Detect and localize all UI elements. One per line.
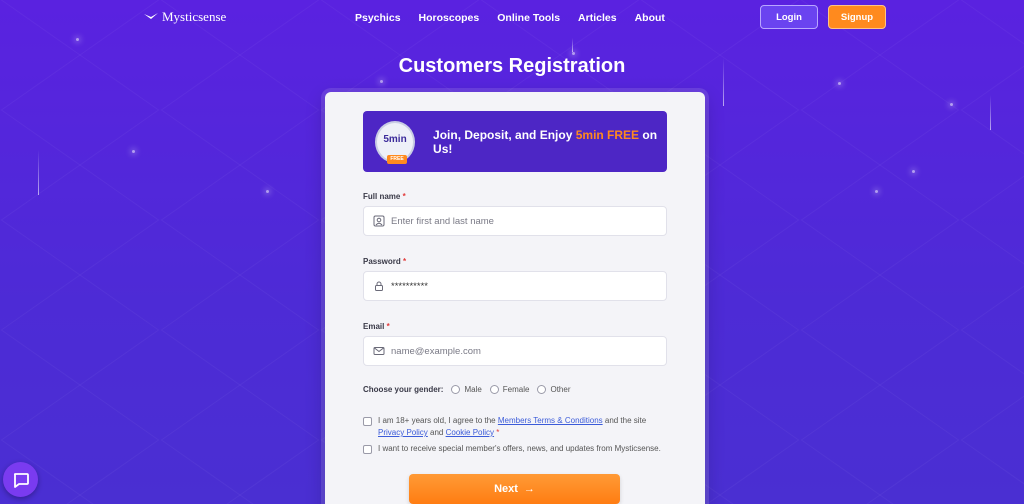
promo-banner: 5min FREE Join, Deposit, and Enjoy 5min … [363, 111, 667, 172]
gender-label: Choose your gender: [363, 385, 444, 394]
promo-text: Join, Deposit, and Enjoy 5min FREE on Us… [433, 128, 667, 156]
nav-horoscopes[interactable]: Horoscopes [419, 12, 480, 24]
nav-articles[interactable]: Articles [578, 12, 617, 24]
terms-checkbox[interactable] [363, 417, 372, 426]
logo[interactable]: Mysticsense [144, 9, 226, 25]
members-terms-link[interactable]: Members Terms & Conditions [498, 416, 603, 425]
nav-psychics[interactable]: Psychics [355, 12, 401, 24]
promo-highlight: 5min FREE [575, 127, 640, 142]
badge-free-ribbon: FREE [387, 154, 407, 164]
full-name-label: Full name * [363, 192, 406, 201]
terms-text-part: and [427, 428, 446, 437]
lock-icon [373, 280, 385, 292]
email-label-text: Email [363, 322, 385, 331]
full-name-field[interactable] [363, 206, 667, 236]
email-field[interactable] [363, 336, 667, 366]
password-label: Password * [363, 257, 406, 266]
terms-text-part: I am 18+ years old, I agree to the [378, 416, 498, 425]
main-nav: Psychics Horoscopes Online Tools Article… [355, 12, 665, 24]
promo-text-start: Join, Deposit, and Enjoy [433, 127, 576, 142]
next-label: Next [494, 483, 518, 495]
required-marker: * [403, 257, 407, 266]
radio-circle[interactable] [489, 385, 499, 394]
terms-text-part: and the site [602, 416, 647, 425]
email-input[interactable] [391, 345, 651, 357]
top-navbar: Mysticsense Psychics Horoscopes Online T… [0, 0, 1024, 36]
envelope-icon [373, 345, 385, 357]
email-label: Email * [363, 322, 390, 331]
arrow-right-icon: → [523, 483, 535, 495]
registration-card: 5min FREE Join, Deposit, and Enjoy 5min … [325, 92, 705, 504]
offers-row: I want to receive special member's offer… [363, 443, 673, 455]
full-name-label-text: Full name [363, 192, 401, 201]
privacy-policy-link[interactable]: Privacy Policy [378, 428, 428, 437]
required-marker: * [386, 322, 390, 331]
gender-male-option[interactable]: Male [451, 385, 482, 394]
nav-online-tools[interactable]: Online Tools [497, 12, 560, 24]
signup-button[interactable]: Signup [828, 5, 886, 29]
nav-about[interactable]: About [635, 12, 665, 24]
password-field[interactable] [363, 271, 667, 301]
radio-circle[interactable] [537, 385, 547, 394]
gender-female-label: Female [502, 385, 530, 394]
gender-male-label: Male [464, 385, 482, 394]
gender-female-option[interactable]: Female [489, 385, 530, 394]
gender-other-label: Other [550, 385, 571, 394]
password-input[interactable] [391, 280, 651, 292]
gender-other-option[interactable]: Other [537, 385, 571, 394]
next-button[interactable]: Next → [409, 474, 620, 504]
mysticsense-bird-icon [144, 13, 158, 19]
full-name-input[interactable] [391, 215, 651, 227]
gender-group: Choose your gender: Male Female Other [363, 385, 571, 394]
login-button[interactable]: Login [760, 5, 818, 29]
free-minutes-badge: 5min FREE [375, 120, 416, 164]
offers-text: I want to receive special member's offer… [378, 444, 661, 453]
terms-row: I am 18+ years old, I agree to the Membe… [363, 415, 673, 439]
required-marker: * [494, 428, 500, 437]
badge-minutes: 5min [383, 134, 407, 145]
logo-text: Mysticsense [162, 9, 227, 24]
page-title: Customers Registration [398, 55, 626, 77]
terms-text: I am 18+ years old, I agree to the Membe… [378, 415, 673, 439]
offers-checkbox[interactable] [363, 445, 372, 454]
password-label-text: Password [363, 257, 401, 266]
cookie-policy-link[interactable]: Cookie Policy [446, 428, 494, 437]
radio-circle[interactable] [451, 385, 461, 394]
user-card-icon [373, 215, 385, 227]
required-marker: * [402, 192, 406, 201]
chat-bubble-icon[interactable] [3, 462, 38, 497]
